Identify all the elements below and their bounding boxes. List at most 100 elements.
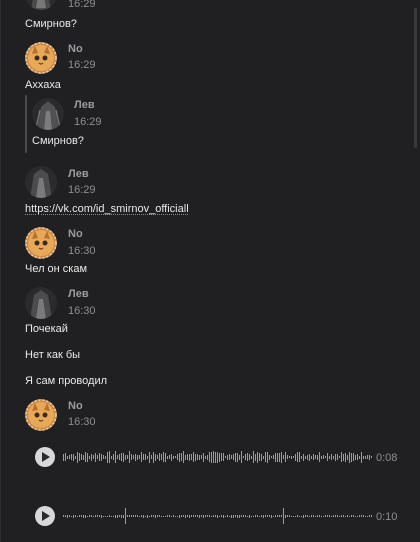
waveform-bar: [191, 515, 192, 517]
waveform-bar: [307, 515, 308, 517]
waveform-bar: [107, 515, 108, 517]
waveform-bar: [199, 454, 200, 460]
waveform-bar: [143, 514, 144, 518]
play-icon[interactable]: [35, 447, 55, 467]
waveform-bar: [125, 454, 126, 460]
waveform-bar: [237, 514, 238, 518]
waveform-bar: [131, 454, 132, 460]
waveform-bar: [145, 454, 146, 460]
waveform-bar: [351, 515, 352, 517]
reply-author[interactable]: Лев: [74, 99, 95, 111]
waveform-bar: [293, 456, 294, 458]
waveform-bar: [97, 455, 98, 459]
waveform-bar: [65, 453, 66, 461]
waveform-bar: [73, 453, 74, 461]
profile-link[interactable]: https://vk.com/id_smirnov_officiall: [25, 203, 189, 215]
waveform-bar: [173, 515, 174, 517]
waveform-bar: [99, 453, 100, 461]
waveform-bar: [141, 515, 142, 517]
waveform-bar: [163, 452, 164, 462]
waveform-bar: [83, 454, 84, 460]
waveform-bar: [349, 451, 350, 463]
waveform-bar: [345, 452, 346, 462]
waveform-bar: [291, 455, 292, 459]
waveform-bar: [245, 454, 246, 460]
waveform-bar: [289, 515, 290, 517]
message-time: 16:29: [68, 184, 96, 196]
waveform-bar: [95, 515, 96, 517]
waveform-bar: [327, 453, 328, 461]
waveform-bar: [71, 515, 72, 517]
reply-avatar-lev[interactable]: [32, 98, 64, 130]
waveform-bar: [371, 456, 372, 458]
waveform-bar: [297, 515, 298, 517]
play-icon[interactable]: [35, 506, 55, 526]
message-author[interactable]: No: [68, 400, 83, 412]
avatar-no[interactable]: [25, 227, 57, 259]
waveform-bar: [239, 454, 240, 460]
cat-avatar-icon: [25, 42, 57, 74]
waveform-bar: [229, 515, 230, 517]
waveform-bar: [335, 515, 336, 517]
message-author[interactable]: No: [68, 228, 83, 240]
avatar-no[interactable]: [25, 399, 57, 431]
waveform-bar: [173, 455, 174, 459]
waveform-bar: [131, 515, 132, 517]
waveform-bar: [369, 515, 370, 517]
waveform-bar: [105, 455, 106, 459]
avatar-no[interactable]: [25, 42, 57, 74]
voice-duration: 0:10: [376, 511, 398, 523]
waveform-bar: [121, 453, 122, 461]
waveform-bar: [357, 515, 358, 517]
waveform-bar: [119, 454, 120, 460]
waveform-bar: [155, 514, 156, 518]
waveform-bar: [183, 451, 184, 463]
waveform-bar: [347, 515, 348, 517]
waveform-bar: [63, 515, 64, 517]
waveform-bar: [257, 515, 258, 517]
waveform-bar: [353, 453, 354, 461]
waveform-bar: [249, 454, 250, 460]
waveform-bar: [255, 515, 256, 517]
waveform-bar: [329, 515, 330, 517]
waveform-bar: [371, 515, 372, 517]
waveform-bar: [205, 455, 206, 459]
waveform-bar: [253, 515, 254, 517]
reply-text: Смирнов?: [32, 135, 84, 147]
waveform-bar: [267, 451, 268, 463]
waveform-bar: [85, 452, 86, 462]
message-time: 16:30: [68, 305, 96, 317]
waveform-bar: [73, 514, 74, 518]
scrollbar[interactable]: [414, 8, 417, 148]
waveform-bar: [203, 514, 204, 518]
waveform-bar: [353, 515, 354, 517]
voice-waveform[interactable]: [63, 447, 373, 467]
waveform-bar: [333, 455, 334, 459]
avatar-lev[interactable]: [25, 166, 57, 198]
waveform-bar: [153, 451, 154, 463]
waveform-bar: [195, 515, 196, 517]
waveform-bar: [85, 514, 86, 518]
waveform-bar: [319, 452, 320, 462]
waveform-bar: [307, 454, 308, 460]
chat-pane[interactable]: 16:29 Смирнов? No 16:29 Аххаха Лев 16:29…: [0, 0, 420, 542]
waveform-bar: [161, 454, 162, 460]
message-author[interactable]: Лев: [68, 168, 89, 180]
voice-waveform[interactable]: [63, 506, 373, 526]
message-link[interactable]: https://vk.com/id_smirnov_officiall: [25, 203, 189, 215]
waveform-bar: [321, 455, 322, 459]
message-author[interactable]: No: [68, 43, 83, 55]
waveform-bar: [269, 454, 270, 460]
waveform-bar: [79, 515, 80, 517]
waveform-bar: [197, 515, 198, 517]
message-author[interactable]: Лев: [68, 288, 89, 300]
waveform-bar: [337, 515, 338, 517]
waveform-bar: [181, 515, 182, 517]
avatar-lev[interactable]: [25, 0, 57, 10]
avatar-lev[interactable]: [25, 287, 57, 319]
waveform-bar: [227, 454, 228, 460]
waveform-bar: [279, 452, 280, 462]
waveform-bar: [241, 515, 242, 517]
waveform-bar: [89, 455, 90, 459]
waveform-bar: [159, 453, 160, 461]
